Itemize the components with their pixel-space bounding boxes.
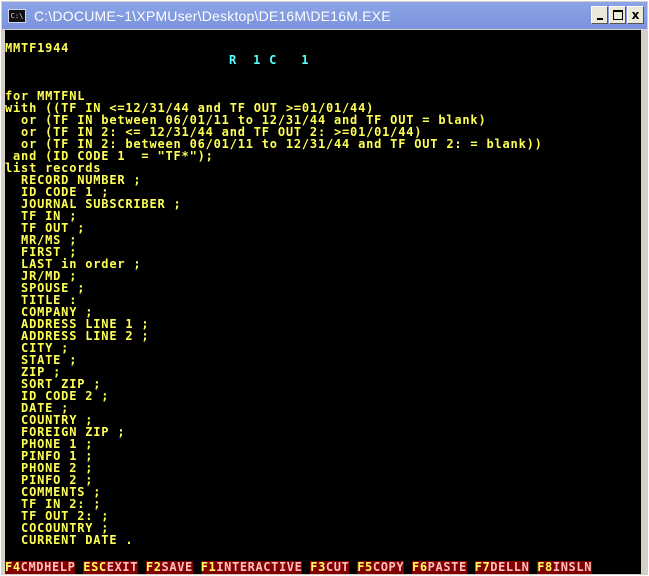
editor-line[interactable] (5, 54, 641, 66)
editor-line[interactable]: ID CODE 2 ; (5, 390, 641, 402)
editor-text[interactable]: for MMTFNL with ((TF IN <=12/31/44 and TF… (5, 42, 641, 546)
function-key-code: F5 (357, 560, 373, 574)
editor-line[interactable]: PHONE 1 ; (5, 438, 641, 450)
function-key-code: F4 (5, 560, 21, 574)
function-key-code: F6 (412, 560, 428, 574)
function-key-copy[interactable]: F5 COPY (357, 560, 405, 574)
editor-line[interactable] (5, 66, 641, 78)
function-key-exit[interactable]: ESC EXIT (83, 560, 139, 574)
window-controls: x (591, 6, 644, 24)
editor-line[interactable]: DATE ; (5, 402, 641, 414)
separator (466, 561, 475, 574)
title-bar[interactable]: C:\ C:\DOCUME~1\XPMUser\Desktop\DE16M\DE… (2, 2, 647, 29)
minimize-button[interactable] (591, 6, 608, 24)
function-key-code: F3 (310, 560, 326, 574)
function-key-label: INSLN (552, 560, 593, 574)
function-key-label: CMDHELP (20, 560, 76, 574)
function-key-label: PASTE (427, 560, 467, 574)
function-key-code: F7 (474, 560, 491, 574)
maximize-button[interactable] (609, 6, 626, 24)
editor-line[interactable]: STATE ; (5, 354, 641, 366)
console-icon[interactable]: C:\ (8, 8, 26, 23)
editor-line[interactable] (5, 42, 641, 54)
editor-line[interactable]: MR/MS ; (5, 234, 641, 246)
function-key-code: ESC (83, 560, 107, 574)
function-key-save[interactable]: F2 SAVE (145, 560, 193, 574)
editor-line[interactable]: ADDRESS LINE 2 ; (5, 330, 641, 342)
file-name: MMTF1944 (5, 41, 70, 55)
function-key-label: CUT (325, 560, 350, 574)
editor-line[interactable]: CITY ; (5, 342, 641, 354)
function-key-label: COPY (372, 560, 405, 574)
separator (75, 561, 84, 574)
window-title: C:\DOCUME~1\XPMUser\Desktop\DE16M\DE16M.… (34, 7, 391, 24)
editor-line[interactable]: TF IN ; (5, 210, 641, 222)
editor-line[interactable]: LAST in order ; (5, 258, 641, 270)
editor-line[interactable]: CURRENT DATE . (5, 534, 641, 546)
function-key-label: DELLN (490, 560, 530, 574)
editor-line[interactable]: JOURNAL SUBSCRIBER ; (5, 198, 641, 210)
separator (138, 561, 146, 574)
separator (349, 561, 358, 574)
editor-line[interactable]: FOREIGN ZIP ; (5, 426, 641, 438)
editor-area[interactable]: MMTF1944 R 1 C 1 for MMTFNL with ((TF IN … (5, 30, 641, 574)
editor-line[interactable]: TITLE : (5, 294, 641, 306)
function-key-insln[interactable]: F8 INSLN (537, 560, 593, 574)
function-key-code: F8 (537, 560, 553, 574)
function-key-delln[interactable]: F7 DELLN (474, 560, 530, 574)
separator (302, 561, 311, 574)
separator (192, 561, 201, 574)
close-button[interactable]: x (627, 6, 644, 24)
separator (529, 561, 538, 574)
editor-line[interactable]: PINFO 1 ; (5, 450, 641, 462)
function-key-paste[interactable]: F6 PASTE (412, 561, 467, 574)
editor-line[interactable]: PHONE 2 ; (5, 462, 641, 474)
editor-line[interactable]: TF OUT ; (5, 222, 641, 234)
function-key-cut[interactable]: F3 CUT (310, 560, 350, 574)
cursor-position: R 1 C 1 (229, 53, 310, 67)
function-key-label: SAVE (161, 560, 193, 574)
editor-line[interactable]: SPOUSE ; (5, 282, 641, 294)
status-line: MMTF1944 R 1 C 1 (5, 30, 641, 66)
function-key-code: F1 (200, 560, 217, 574)
function-key-label: INTERACTIVE (216, 560, 303, 574)
function-key-bar: F4 CMDHELP ESC EXIT F2 SAVE F1 INTERACTIVE F… (5, 561, 641, 574)
console-window: C:\ C:\DOCUME~1\XPMUser\Desktop\DE16M\DE… (0, 0, 649, 576)
function-key-interactive[interactable]: F1 INTERACTIVE (200, 560, 303, 574)
function-key-label: EXIT (106, 560, 139, 574)
function-key-code: F2 (145, 560, 162, 574)
editor-line[interactable]: JR/MD ; (5, 270, 641, 282)
function-key-cmdhelp[interactable]: F4 CMDHELP (5, 560, 76, 574)
editor-line[interactable] (5, 78, 641, 90)
separator (404, 561, 413, 574)
